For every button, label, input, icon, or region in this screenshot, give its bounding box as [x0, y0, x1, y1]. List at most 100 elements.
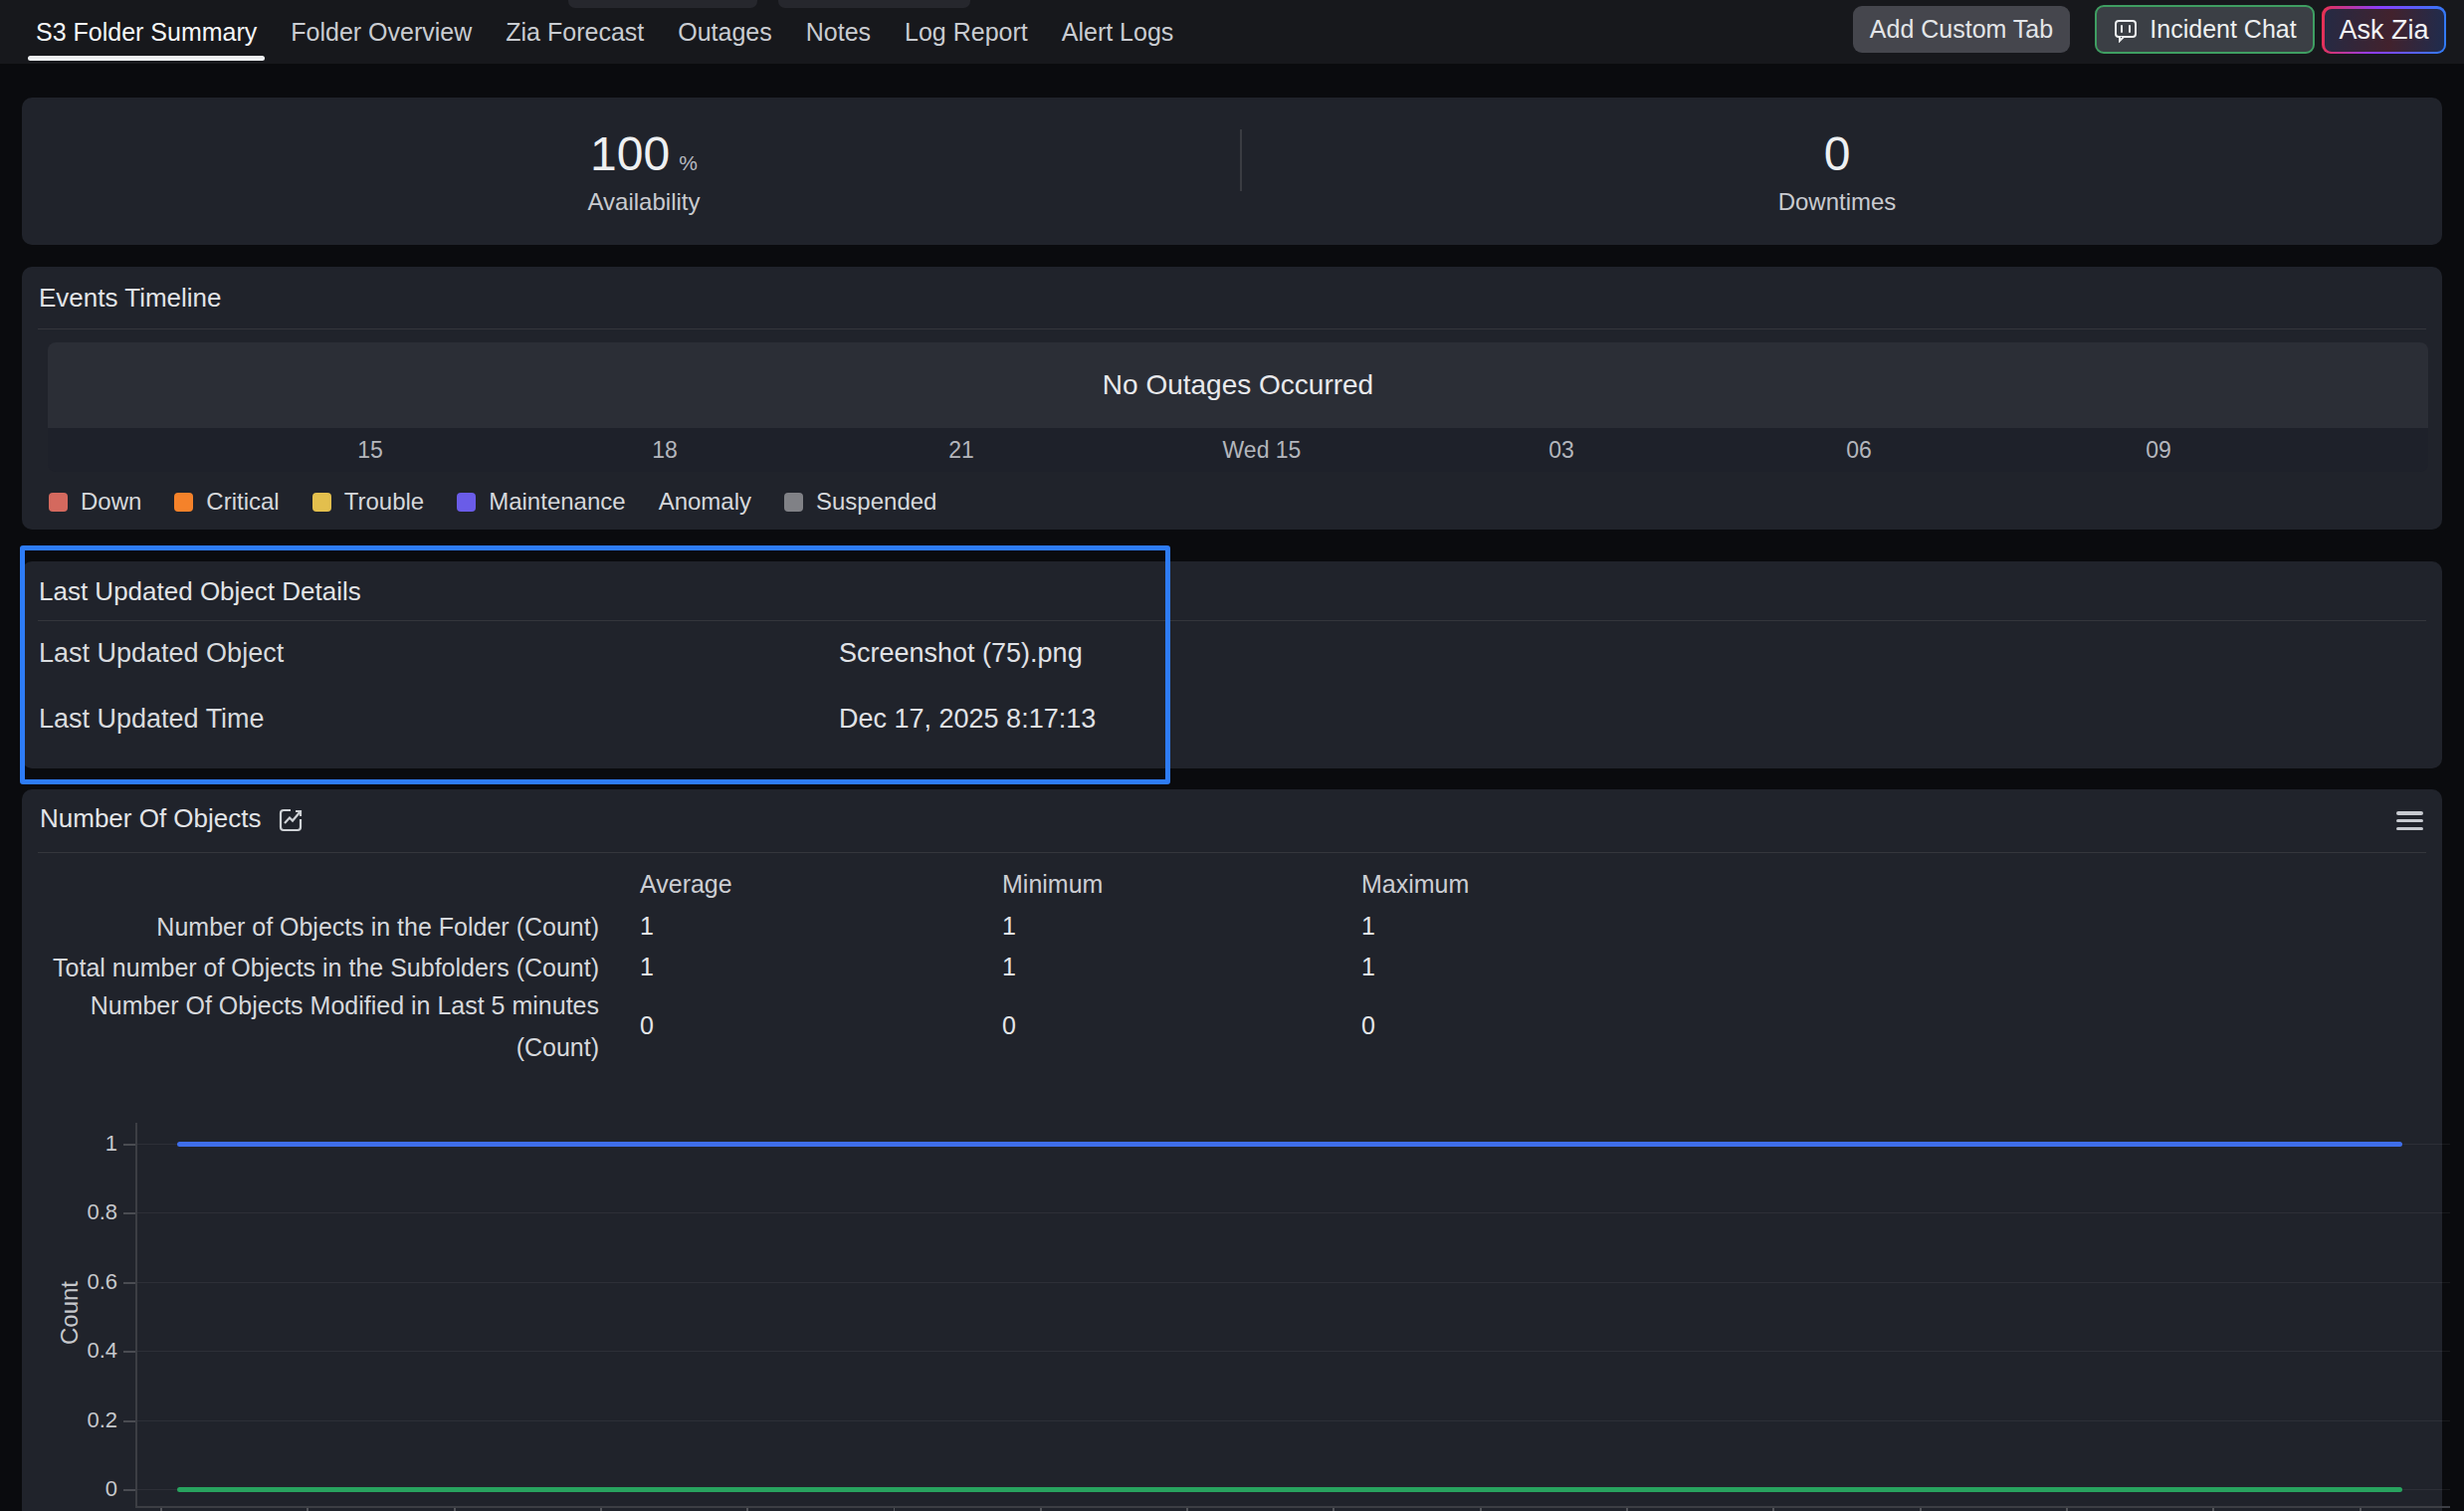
axis-label: Wed 15	[1192, 428, 1332, 472]
trend-chart-icon[interactable]	[277, 805, 305, 833]
legend-swatch-trouble	[312, 493, 331, 512]
table-cell: 0	[1361, 1011, 1375, 1040]
gridline	[135, 1351, 2450, 1352]
ask-zia-label: Ask Zia	[2339, 15, 2428, 46]
events-timeline-panel: Events Timeline No Outages Occurred 15 1…	[22, 267, 2442, 530]
availability-summary-panel: 100 % Availability 0 Downtimes	[22, 98, 2442, 245]
ask-zia-button[interactable]: Ask Zia	[2322, 6, 2446, 54]
legend-label: Maintenance	[489, 488, 625, 516]
tab-notes[interactable]: Notes	[798, 0, 879, 64]
legend-item-suspended: Suspended	[784, 488, 936, 516]
tab-label: Alert Logs	[1062, 18, 1174, 47]
events-timeline-title: Events Timeline	[39, 283, 222, 314]
table-row-label: Total number of Objects in the Subfolder…	[35, 947, 599, 988]
series-line-objects-in-folder	[177, 1142, 2402, 1147]
legend-swatch-critical	[174, 493, 193, 512]
y-tick-label: 0.2	[30, 1406, 117, 1434]
y-tick	[123, 1489, 135, 1491]
legend-label: Anomaly	[659, 488, 751, 516]
table-cell: 1	[640, 912, 654, 941]
legend-item-maintenance: Maintenance	[457, 488, 625, 516]
tab-label: Outages	[678, 18, 772, 47]
number-of-objects-panel: Number Of Objects Average Minimum Maximu…	[22, 789, 2442, 1511]
availability-unit: %	[679, 151, 698, 175]
y-tick-label: 1	[30, 1130, 117, 1158]
table-cell: 1	[1002, 953, 1016, 981]
column-header-maximum: Maximum	[1361, 870, 1469, 899]
incident-chat-button[interactable]: Incident Chat	[2095, 5, 2315, 54]
timeline-axis: 15 18 21 Wed 15 03 06 09	[48, 428, 2428, 472]
legend-swatch-down	[49, 493, 68, 512]
legend-item-trouble: Trouble	[312, 488, 424, 516]
series-line-objects-modified	[177, 1487, 2402, 1492]
tab-label: Zia Forecast	[506, 18, 644, 47]
tab-log-report[interactable]: Log Report	[897, 0, 1036, 64]
tab-label: Log Report	[905, 18, 1028, 47]
availability-value: 100	[590, 126, 670, 181]
divider	[38, 328, 2426, 329]
gridline	[135, 1420, 2450, 1421]
axis-label: 03	[1492, 428, 1631, 472]
y-tick-label: 0.4	[30, 1337, 117, 1365]
legend-item-critical: Critical	[174, 488, 279, 516]
tab-s3-folder-summary[interactable]: S3 Folder Summary	[28, 0, 265, 64]
y-tick	[123, 1144, 135, 1146]
legend-item-anomaly: Anomaly	[659, 488, 751, 516]
availability-label: Availability	[588, 188, 701, 216]
last-updated-object-label: Last Updated Object	[39, 638, 284, 669]
downtimes-block: 0 Downtimes	[1232, 98, 2442, 245]
legend-label: Critical	[206, 488, 279, 516]
last-updated-time-value: Dec 17, 2025 8:17:13	[839, 704, 1096, 735]
number-of-objects-title: Number Of Objects	[40, 803, 262, 834]
table-row-label: Number of Objects in the Folder (Count)	[35, 906, 599, 948]
y-tick	[123, 1212, 135, 1214]
y-axis-line	[135, 1123, 137, 1508]
gridline	[135, 1212, 2450, 1213]
panel-divider	[1240, 129, 1242, 191]
axis-label: 21	[892, 428, 1031, 472]
tab-zia-forecast[interactable]: Zia Forecast	[498, 0, 652, 64]
legend-label: Down	[81, 488, 141, 516]
panel-menu-icon[interactable]	[2396, 811, 2423, 830]
divider	[38, 852, 2426, 853]
last-updated-panel: Last Updated Object Details Last Updated…	[22, 561, 2442, 768]
tab-folder-overview[interactable]: Folder Overview	[283, 0, 480, 64]
legend-label: Suspended	[816, 488, 936, 516]
y-tick	[123, 1420, 135, 1422]
gridline	[135, 1282, 2450, 1283]
y-tick	[123, 1282, 135, 1284]
tab-alert-logs[interactable]: Alert Logs	[1054, 0, 1182, 64]
timeline-chart[interactable]: No Outages Occurred 15 18 21 Wed 15 03 0…	[48, 342, 2428, 472]
table-cell: 0	[640, 1011, 654, 1040]
tab-label: Notes	[806, 18, 871, 47]
tab-outages[interactable]: Outages	[670, 0, 780, 64]
table-cell: 1	[1361, 912, 1375, 941]
tab-bar: S3 Folder Summary Folder Overview Zia Fo…	[28, 0, 1181, 64]
last-updated-time-label: Last Updated Time	[39, 704, 265, 735]
axis-label: 15	[301, 428, 440, 472]
column-header-minimum: Minimum	[1002, 870, 1103, 899]
axis-label: 09	[2089, 428, 2228, 472]
y-tick-label: 0.6	[30, 1268, 117, 1296]
incident-chat-label: Incident Chat	[2150, 15, 2296, 44]
legend-label: Trouble	[344, 488, 424, 516]
column-header-average: Average	[640, 870, 732, 899]
table-cell: 1	[1002, 912, 1016, 941]
downtimes-label: Downtimes	[1778, 188, 1897, 216]
y-tick	[123, 1351, 135, 1353]
timeline-legend: Down Critical Trouble Maintenance Anomal…	[49, 488, 936, 516]
add-custom-tab-button[interactable]: Add Custom Tab	[1853, 6, 2070, 53]
tab-label: S3 Folder Summary	[36, 18, 257, 47]
last-updated-object-value: Screenshot (75).png	[839, 638, 1083, 669]
axis-label: 18	[595, 428, 734, 472]
top-navigation-bar: S3 Folder Summary Folder Overview Zia Fo…	[0, 0, 2464, 64]
tab-label: Folder Overview	[291, 18, 472, 47]
divider	[38, 620, 2426, 621]
downtimes-value: 0	[1824, 126, 1851, 181]
legend-swatch-maintenance	[457, 493, 476, 512]
availability-block: 100 % Availability	[22, 98, 1232, 245]
no-outages-banner: No Outages Occurred	[48, 342, 2428, 428]
table-cell: 0	[1002, 1011, 1016, 1040]
legend-item-down: Down	[49, 488, 141, 516]
table-row-label: Number Of Objects Modified in Last 5 min…	[35, 984, 599, 1068]
